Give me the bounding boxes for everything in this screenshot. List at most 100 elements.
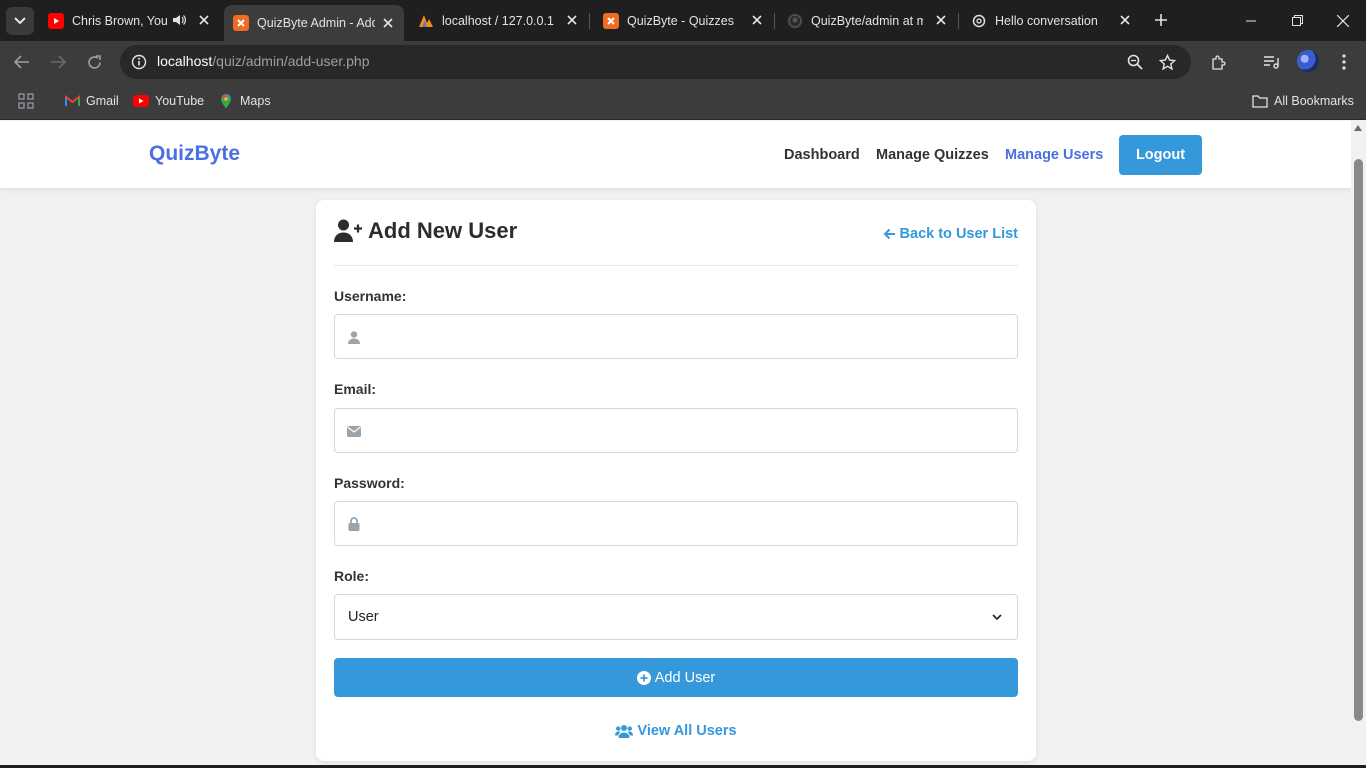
tab-phpmyadmin[interactable]: localhost / 127.0.0.1 /: [418, 6, 588, 35]
tab-chatgpt[interactable]: Hello conversation: [971, 6, 1141, 35]
page-scrollbar[interactable]: [1351, 121, 1366, 768]
tab-separator: [958, 13, 959, 29]
close-tab-icon[interactable]: [380, 15, 396, 31]
logout-button[interactable]: Logout: [1119, 135, 1202, 175]
page-viewport: QuizByte Dashboard Manage Quizzes Manage…: [0, 121, 1366, 768]
bookmark-label: YouTube: [155, 94, 205, 108]
back-to-user-list-link[interactable]: Back to User List: [883, 226, 1018, 242]
role-selected-value: User: [348, 609, 379, 625]
tab-github[interactable]: QuizByte/admin at m: [787, 6, 957, 35]
youtube-icon: [133, 93, 149, 109]
maps-icon: [218, 93, 234, 109]
youtube-icon: [48, 12, 64, 29]
tab-separator: [774, 13, 775, 29]
tab-youtube[interactable]: Chris Brown, Your: [48, 6, 220, 35]
tab-quizbyte-quizzes[interactable]: QuizByte - Quizzes: [603, 6, 773, 35]
openai-icon: [971, 13, 987, 29]
bookmark-maps[interactable]: Maps: [218, 92, 271, 110]
view-all-users-link[interactable]: View All Users: [316, 723, 1036, 739]
arrow-left-icon: [883, 228, 896, 240]
brand-logo[interactable]: QuizByte: [149, 142, 240, 166]
scroll-up-arrow-icon[interactable]: [1354, 125, 1362, 131]
phpmyadmin-icon: [418, 13, 434, 29]
chevron-down-icon: [991, 611, 1003, 623]
role-select[interactable]: User: [334, 594, 1018, 640]
profile-avatar[interactable]: [1297, 50, 1319, 72]
site-info-icon[interactable]: [128, 51, 150, 73]
reload-button[interactable]: [82, 50, 106, 74]
tab-title: localhost / 127.0.0.1 /: [442, 13, 554, 28]
email-label: Email:: [334, 381, 377, 397]
user-plus-icon: [334, 218, 364, 244]
apps-grid-icon: [18, 93, 34, 109]
tab-title: QuizByte - Quizzes: [627, 13, 734, 28]
back-button[interactable]: [10, 50, 34, 74]
apps-button[interactable]: [18, 92, 34, 110]
browser-toolbar: localhost/quiz/admin/add-user.php: [0, 41, 1366, 83]
more-menu-icon[interactable]: [1333, 51, 1355, 73]
url-text[interactable]: localhost/quiz/admin/add-user.php: [157, 53, 369, 69]
nav-dashboard[interactable]: Dashboard: [784, 147, 860, 163]
close-tab-icon[interactable]: [196, 12, 212, 28]
email-field[interactable]: [334, 408, 1018, 453]
close-window-button[interactable]: [1320, 0, 1366, 41]
media-controls-icon[interactable]: [1260, 51, 1282, 73]
bookmark-youtube[interactable]: YouTube: [133, 92, 204, 110]
tab-quizbyte-admin[interactable]: QuizByte Admin - Add: [224, 5, 404, 41]
username-input[interactable]: [371, 315, 1011, 358]
bookmark-label: Maps: [240, 94, 271, 108]
user-icon: [347, 329, 361, 345]
tab-separator: [589, 13, 590, 29]
add-user-button[interactable]: Add User: [334, 658, 1018, 697]
users-icon: [615, 724, 634, 738]
forward-button[interactable]: [46, 50, 70, 74]
restore-button[interactable]: [1274, 0, 1320, 41]
chevron-down-icon: [14, 17, 26, 25]
all-bookmarks-button[interactable]: All Bookmarks: [1252, 92, 1354, 110]
close-tab-icon[interactable]: [749, 12, 765, 28]
lock-icon: [347, 516, 361, 532]
page-title: Add New User: [334, 218, 517, 244]
address-bar[interactable]: localhost/quiz/admin/add-user.php: [120, 45, 1191, 79]
password-field[interactable]: [334, 501, 1018, 546]
username-field[interactable]: [334, 314, 1018, 359]
minimize-icon: [1246, 20, 1256, 21]
site-navbar: QuizByte Dashboard Manage Quizzes Manage…: [0, 121, 1351, 188]
card-header: Add New User Back to User List: [334, 216, 1018, 266]
nav-manage-quizzes[interactable]: Manage Quizzes: [876, 147, 989, 163]
envelope-icon: [347, 423, 361, 439]
view-all-users-text: View All Users: [637, 723, 737, 739]
tab-search-button[interactable]: [6, 7, 34, 35]
speaker-icon[interactable]: [172, 13, 186, 30]
browser-tab-bar: Chris Brown, Your QuizByte Admin - Add l…: [0, 0, 1366, 41]
folder-icon: [1252, 93, 1268, 109]
email-input[interactable]: [371, 409, 1011, 452]
scrollbar-thumb[interactable]: [1354, 159, 1363, 721]
tab-title: QuizByte Admin - Add: [257, 16, 375, 30]
close-icon: [1337, 14, 1349, 27]
url-path: /quiz/admin/add-user.php: [212, 53, 370, 69]
zoom-icon[interactable]: [1125, 52, 1145, 72]
bookmarks-bar: Gmail YouTube Maps All Bookmarks: [0, 83, 1366, 120]
restore-icon: [1291, 15, 1303, 26]
back-link-text: Back to User List: [899, 226, 1018, 242]
close-tab-icon[interactable]: [933, 12, 949, 28]
bookmark-gmail[interactable]: Gmail: [64, 92, 119, 110]
all-bookmarks-label: All Bookmarks: [1274, 94, 1354, 108]
extensions-icon[interactable]: [1207, 51, 1229, 73]
minimize-button[interactable]: [1228, 0, 1274, 41]
xampp-icon: [603, 12, 619, 29]
close-tab-icon[interactable]: [1117, 12, 1133, 28]
role-label: Role:: [334, 568, 369, 584]
password-input[interactable]: [371, 502, 1011, 545]
close-tab-icon[interactable]: [564, 12, 580, 28]
plus-circle-icon: [636, 670, 651, 685]
nav-manage-users[interactable]: Manage Users: [1005, 147, 1103, 163]
arrow-right-icon: [51, 55, 66, 69]
username-label: Username:: [334, 288, 407, 304]
xampp-icon: [233, 15, 249, 31]
plus-icon: [1155, 14, 1167, 26]
new-tab-button[interactable]: [1149, 8, 1173, 32]
bookmark-star-icon[interactable]: [1157, 52, 1177, 72]
arrow-left-icon: [14, 55, 29, 69]
